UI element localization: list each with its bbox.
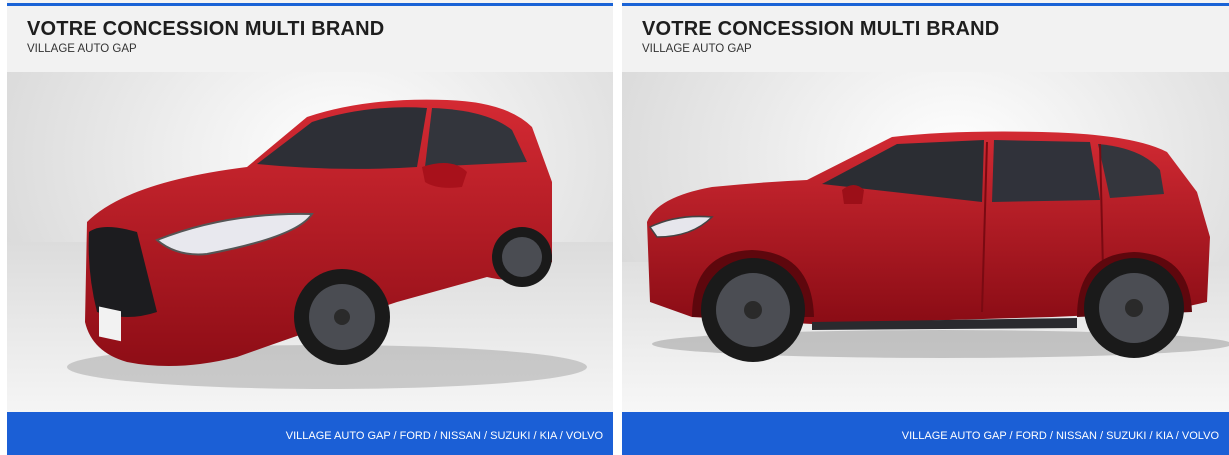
dealer-subtitle: VILLAGE AUTO GAP: [27, 43, 137, 55]
car-photo-side[interactable]: [622, 72, 1229, 412]
card-footer: VILLAGE AUTO GAP / FORD / NISSAN / SUZUK…: [622, 412, 1229, 455]
brands-footer-text: VILLAGE AUTO GAP / FORD / NISSAN / SUZUK…: [901, 430, 1219, 442]
card-header: VOTRE CONCESSION MULTI BRAND VILLAGE AUT…: [622, 6, 1229, 72]
car-photo-front[interactable]: [7, 72, 613, 412]
dealer-title: VOTRE CONCESSION MULTI BRAND: [642, 18, 1000, 40]
listing-photo-card-side[interactable]: VOTRE CONCESSION MULTI BRAND VILLAGE AUT…: [622, 0, 1229, 455]
brands-footer-text: VILLAGE AUTO GAP / FORD / NISSAN / SUZUK…: [285, 430, 603, 442]
dealer-title: VOTRE CONCESSION MULTI BRAND: [27, 18, 385, 40]
card-footer: VILLAGE AUTO GAP / FORD / NISSAN / SUZUK…: [7, 412, 613, 455]
listing-photo-card-front[interactable]: VOTRE CONCESSION MULTI BRAND VILLAGE AUT…: [7, 0, 613, 455]
red-suv-front-icon: [7, 99, 613, 412]
red-suv-side-icon: [622, 131, 1229, 412]
dealer-subtitle: VILLAGE AUTO GAP: [642, 43, 752, 55]
card-header: VOTRE CONCESSION MULTI BRAND VILLAGE AUT…: [7, 6, 613, 72]
